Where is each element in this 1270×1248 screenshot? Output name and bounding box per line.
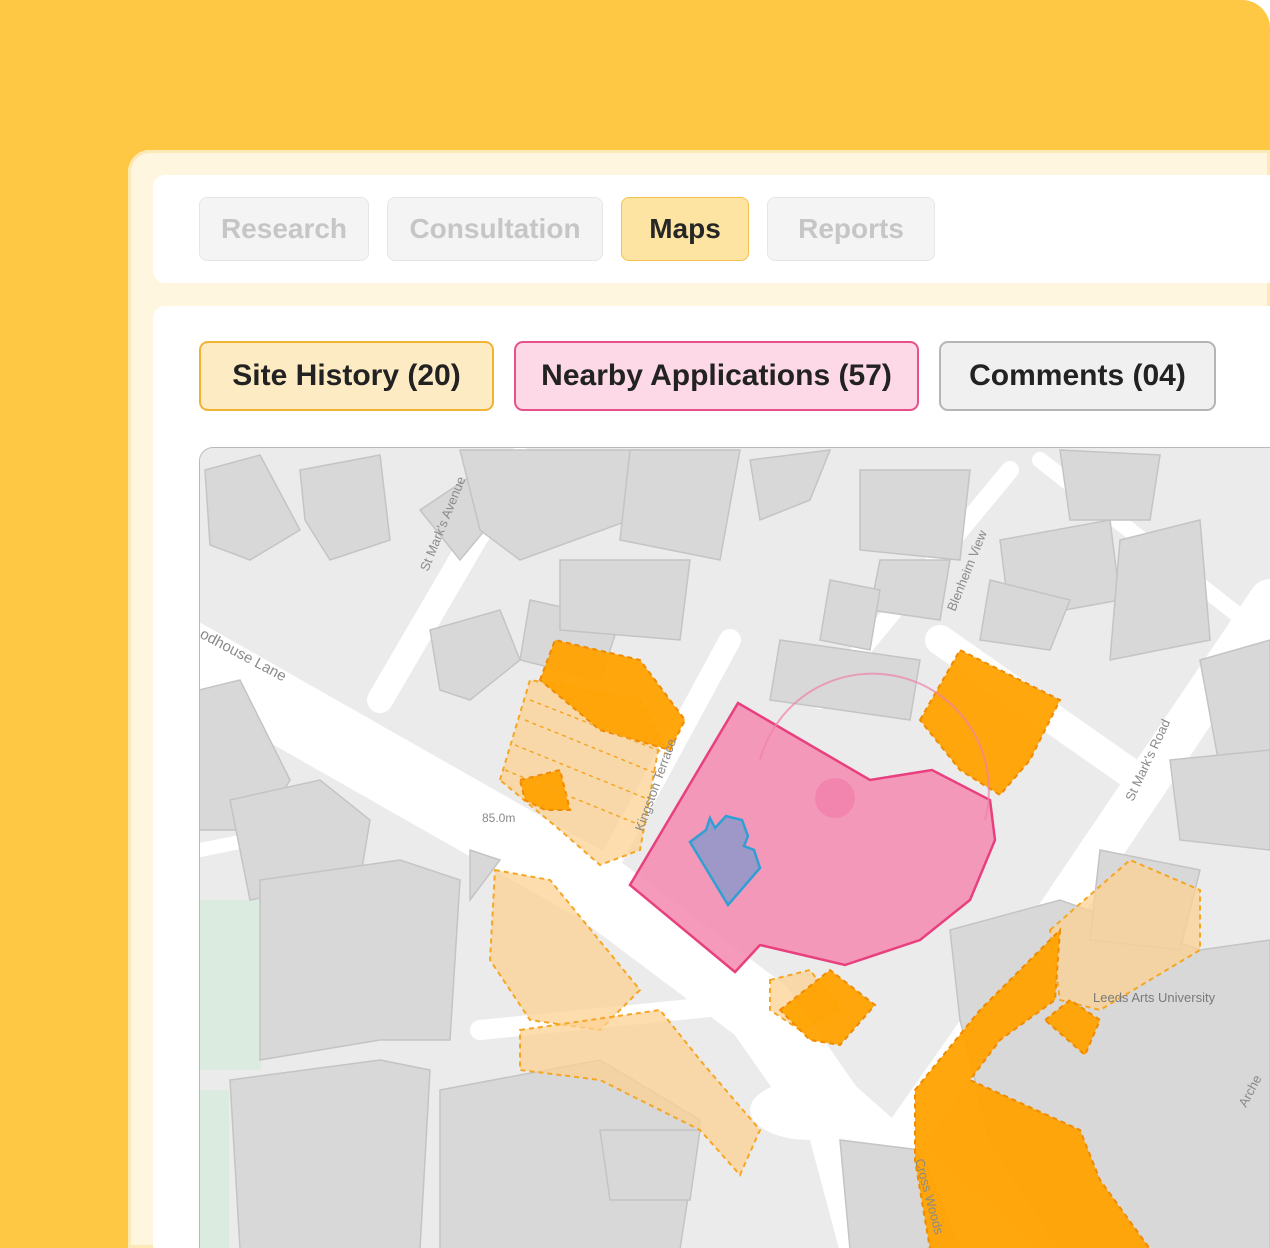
elevation-label: 85.0m — [482, 811, 515, 825]
tab-research[interactable]: Research — [199, 197, 369, 261]
tab-reports[interactable]: Reports — [767, 197, 935, 261]
map-canvas: St Mark's Avenue odhouse Lane Kingston T… — [200, 448, 1270, 1248]
place-label-leeds-arts-university: Leeds Arts University — [1093, 990, 1216, 1005]
filter-comments[interactable]: Comments (04) — [939, 341, 1216, 411]
tab-maps[interactable]: Maps — [621, 197, 749, 261]
tab-consultation[interactable]: Consultation — [387, 197, 603, 261]
filter-site-history[interactable]: Site History (20) — [199, 341, 494, 411]
site-map[interactable]: St Mark's Avenue odhouse Lane Kingston T… — [199, 447, 1270, 1248]
filter-nearby-applications[interactable]: Nearby Applications (57) — [514, 341, 919, 411]
